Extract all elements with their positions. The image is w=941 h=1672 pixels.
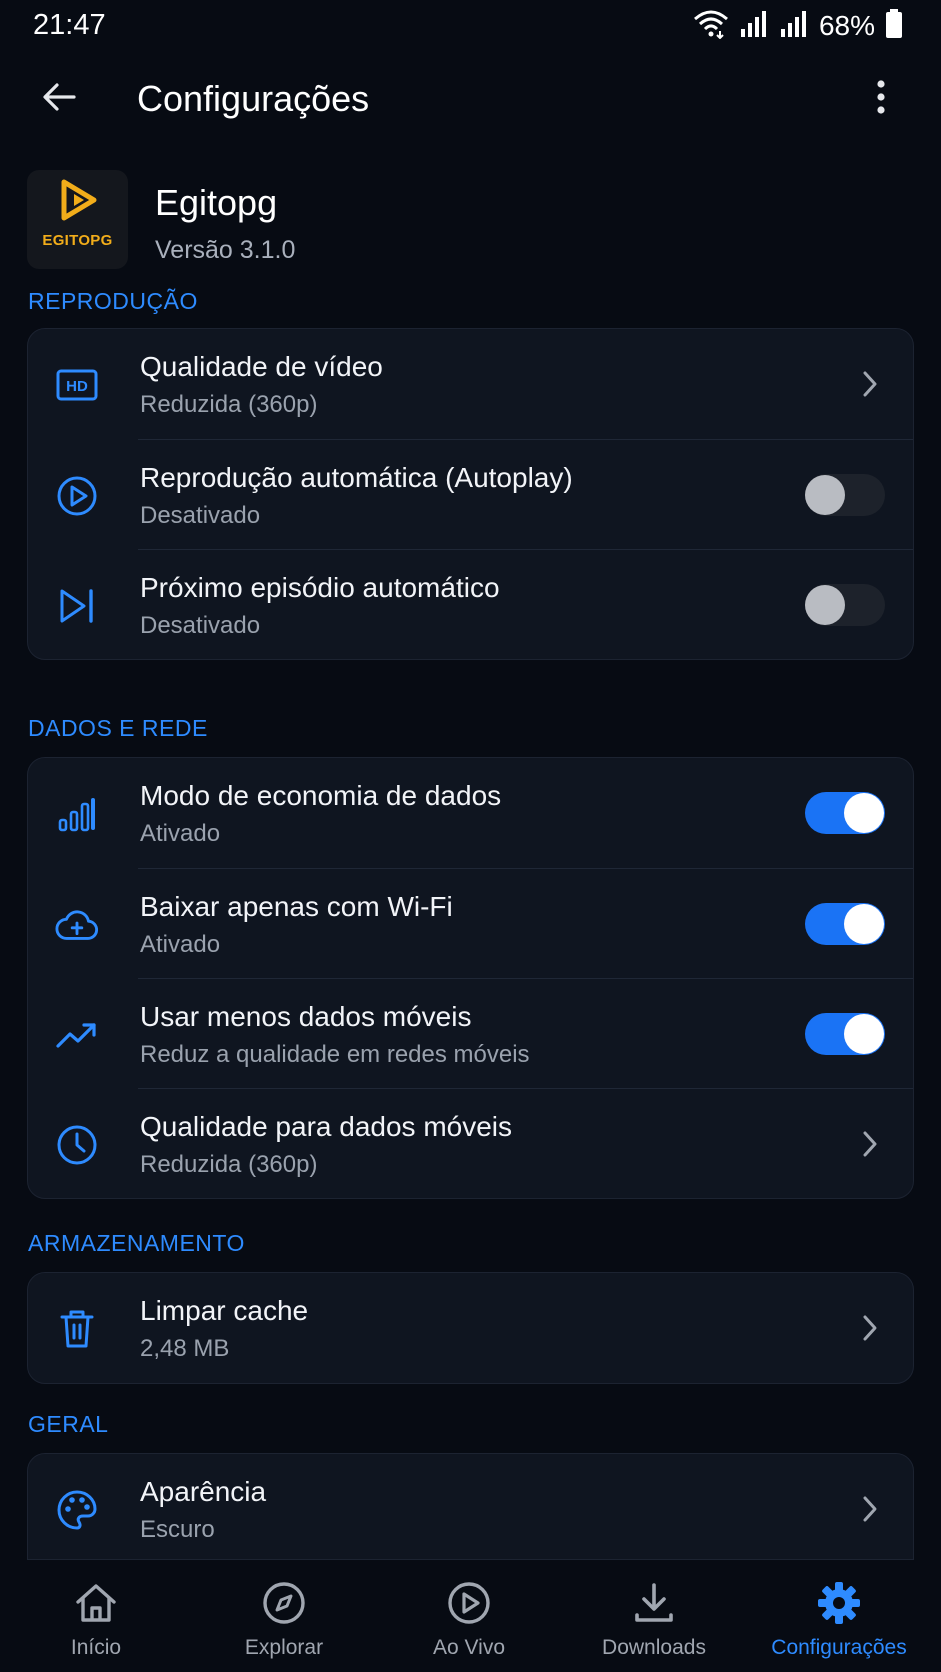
app-name: Egitopg bbox=[155, 182, 278, 223]
setting-title: Qualidade de vídeo bbox=[140, 351, 383, 382]
setting-value: Desativado bbox=[140, 502, 261, 529]
cloud-upload-icon bbox=[55, 903, 99, 947]
app-logo-text: EGITOPG bbox=[42, 232, 113, 249]
signal-icon bbox=[739, 9, 769, 44]
nav-item-downloads[interactable]: Downloads bbox=[560, 1560, 748, 1672]
play-circle-icon bbox=[55, 474, 99, 518]
bottom-navigation: Início Explorar Ao Vivo Downloads Config… bbox=[0, 1560, 941, 1672]
setting-value: Reduzida (360p) bbox=[140, 1151, 318, 1178]
setting-title: Qualidade para dados móveis bbox=[140, 1111, 513, 1142]
setting-value: Ativado bbox=[140, 931, 221, 958]
hd-icon: HD bbox=[55, 363, 99, 407]
battery-percent: 68% bbox=[818, 10, 875, 41]
clock-icon bbox=[55, 1123, 99, 1167]
setting-clear-cache[interactable]: Limpar cache 2,48 MB bbox=[28, 1273, 913, 1383]
compass-icon bbox=[190, 1580, 378, 1626]
more-options-button[interactable] bbox=[861, 74, 901, 124]
next-episode-toggle[interactable] bbox=[805, 584, 885, 626]
toggle-knob bbox=[844, 1014, 884, 1054]
setting-value: Reduzida (360p) bbox=[140, 391, 318, 418]
setting-video-quality[interactable]: HD Qualidade de vídeo Reduzida (360p) bbox=[28, 329, 913, 439]
autoplay-toggle[interactable] bbox=[805, 474, 885, 516]
data-saver-toggle[interactable] bbox=[805, 792, 885, 834]
arrow-left-icon bbox=[42, 82, 76, 117]
back-button[interactable] bbox=[34, 74, 84, 124]
nav-label: Downloads bbox=[602, 1636, 706, 1659]
chevron-right-icon bbox=[855, 1311, 885, 1345]
less-mobile-data-toggle[interactable] bbox=[805, 1013, 885, 1055]
battery-icon bbox=[885, 8, 903, 44]
setting-title: Baixar apenas com Wi-Fi bbox=[140, 891, 453, 922]
chevron-right-icon bbox=[855, 1492, 885, 1526]
card-geral: Aparência Escuro bbox=[27, 1453, 914, 1560]
setting-title: Aparência bbox=[140, 1476, 267, 1507]
toggle-knob bbox=[805, 585, 845, 625]
app-logo: EGITOPG bbox=[27, 170, 128, 269]
status-bar: 21:47 68% bbox=[0, 0, 941, 52]
section-header-dados-rede: DADOS E REDE bbox=[28, 715, 208, 741]
palette-icon bbox=[55, 1488, 99, 1532]
nav-label: Configurações bbox=[771, 1636, 907, 1659]
setting-title: Reprodução automática (Autoplay) bbox=[140, 462, 573, 493]
setting-value: Desativado bbox=[140, 612, 261, 639]
toggle-knob bbox=[844, 904, 884, 944]
bar-chart-icon bbox=[55, 792, 99, 836]
app-version: Versão 3.1.0 bbox=[155, 236, 296, 264]
chevron-right-icon bbox=[855, 1127, 885, 1161]
setting-data-saver: Modo de economia de dados Ativado bbox=[28, 758, 913, 868]
wifi-only-toggle[interactable] bbox=[805, 903, 885, 945]
wifi-icon bbox=[693, 9, 729, 44]
setting-autoplay: Reprodução automática (Autoplay) Desativ… bbox=[57, 439, 913, 549]
download-icon bbox=[560, 1580, 748, 1626]
play-logo-icon bbox=[57, 178, 99, 229]
signal-icon bbox=[779, 9, 809, 44]
trending-up-icon bbox=[55, 1013, 99, 1057]
app-info: EGITOPG Egitopg Versão 3.1.0 bbox=[27, 170, 917, 270]
setting-wifi-only: Baixar apenas com Wi-Fi Ativado bbox=[55, 868, 913, 978]
gear-icon bbox=[745, 1580, 933, 1626]
section-header-geral: GERAL bbox=[28, 1411, 109, 1437]
status-time: 21:47 bbox=[33, 9, 106, 41]
nav-item-configuracoes[interactable]: Configurações bbox=[745, 1560, 933, 1672]
setting-value: Reduz a qualidade em redes móveis bbox=[140, 1041, 530, 1068]
setting-mobile-quality[interactable]: Qualidade para dados móveis Reduzida (36… bbox=[57, 1088, 913, 1198]
setting-value: Ativado bbox=[140, 820, 221, 847]
nav-item-ao-vivo[interactable]: Ao Vivo bbox=[375, 1560, 563, 1672]
svg-text:HD: HD bbox=[66, 378, 88, 395]
nav-label: Explorar bbox=[244, 1636, 324, 1659]
setting-title: Limpar cache bbox=[140, 1295, 309, 1326]
chevron-right-icon bbox=[855, 367, 885, 401]
play-circle-icon bbox=[375, 1580, 563, 1626]
nav-label: Início bbox=[70, 1636, 122, 1659]
setting-title: Usar menos dados móveis bbox=[140, 1001, 472, 1032]
setting-appearance[interactable]: Aparência Escuro bbox=[28, 1454, 913, 1559]
app-bar: Configurações bbox=[0, 52, 941, 148]
setting-value: Escuro bbox=[140, 1516, 215, 1543]
toggle-knob bbox=[844, 793, 884, 833]
nav-item-explorar[interactable]: Explorar bbox=[190, 1560, 378, 1672]
status-icons: 68% bbox=[693, 8, 903, 44]
nav-label: Ao Vivo bbox=[433, 1636, 505, 1659]
section-header-reproducao: REPRODUÇÃO bbox=[28, 288, 198, 314]
skip-next-icon bbox=[55, 584, 99, 628]
toggle-knob bbox=[805, 475, 845, 515]
nav-item-inicio[interactable]: Início bbox=[2, 1560, 190, 1672]
setting-value: 2,48 MB bbox=[140, 1335, 230, 1362]
setting-next-episode: Próximo episódio automático Desativado bbox=[60, 549, 913, 659]
setting-title: Próximo episódio automático bbox=[140, 572, 500, 603]
card-armazenamento: Limpar cache 2,48 MB bbox=[27, 1272, 914, 1384]
page-title: Configurações bbox=[137, 78, 370, 119]
home-icon bbox=[2, 1580, 190, 1626]
card-reproducao: HD Qualidade de vídeo Reduzida (360p) Re… bbox=[27, 328, 914, 660]
card-dados-rede: Modo de economia de dados Ativado Baixar… bbox=[27, 757, 914, 1199]
setting-less-mobile-data: Usar menos dados móveis Reduz a qualidad… bbox=[56, 978, 913, 1088]
trash-icon bbox=[55, 1307, 99, 1351]
section-header-armazenamento: ARMAZENAMENTO bbox=[28, 1230, 245, 1256]
setting-title: Modo de economia de dados bbox=[140, 780, 502, 811]
more-vertical-icon bbox=[876, 79, 886, 119]
